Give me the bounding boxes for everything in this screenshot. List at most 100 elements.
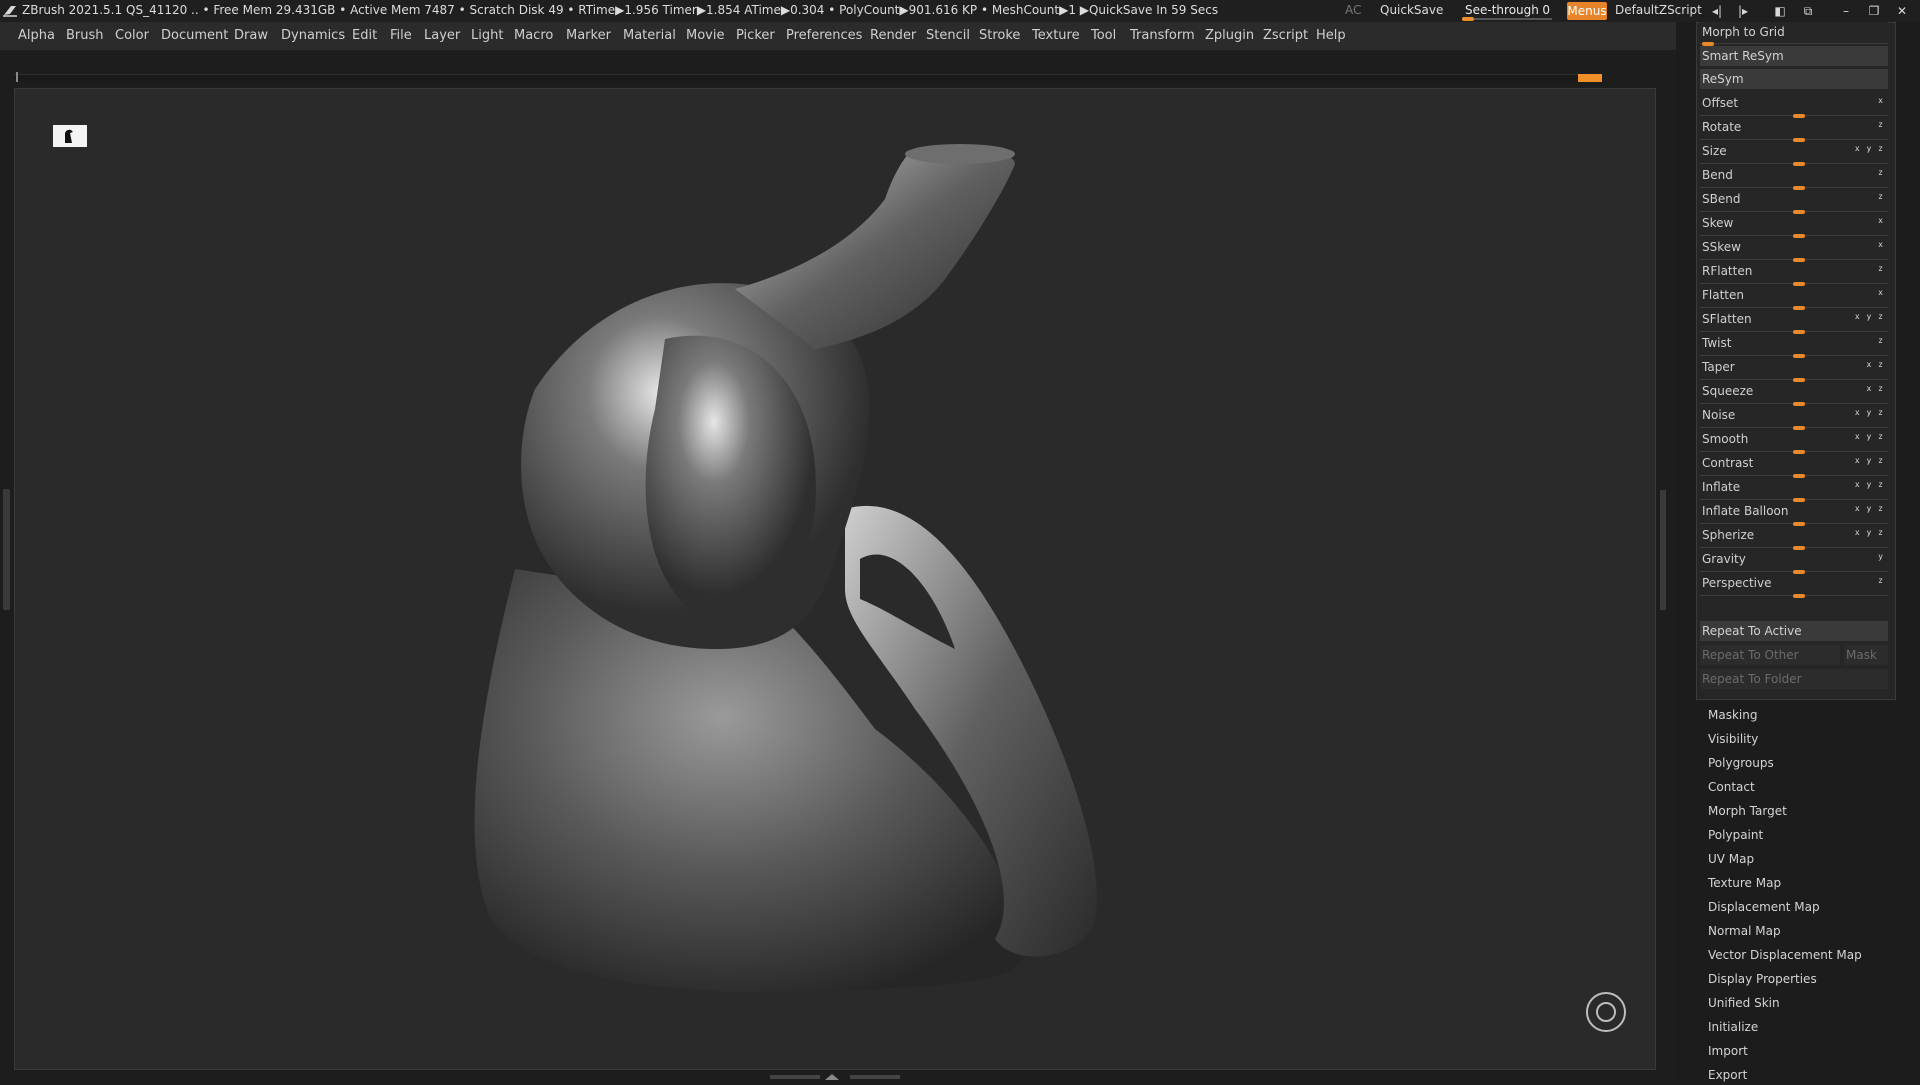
window-mode-icon[interactable]: ◧ xyxy=(1772,3,1788,19)
repeat-to-folder-button[interactable]: Repeat To Folder xyxy=(1700,669,1888,689)
slider-sskew[interactable]: SSkew x xyxy=(1700,238,1888,262)
subpalette-displacement-map[interactable]: Displacement Map xyxy=(1708,900,1820,914)
slider-sflatten[interactable]: SFlatten x y z xyxy=(1700,310,1888,334)
document-canvas[interactable] xyxy=(3,88,1656,1070)
slider-spherize[interactable]: Spherize x y z xyxy=(1700,526,1888,550)
axis-toggle-icons[interactable]: x z xyxy=(1867,384,1884,393)
timeline-marker[interactable] xyxy=(1578,74,1602,82)
menu-draw[interactable]: Draw xyxy=(234,28,268,43)
ac-label[interactable]: AC xyxy=(1345,3,1361,17)
subpalette-initialize[interactable]: Initialize xyxy=(1708,1020,1758,1034)
axis-toggle-icons[interactable]: z xyxy=(1878,336,1884,345)
subpalette-normal-map[interactable]: Normal Map xyxy=(1708,924,1781,938)
menu-edit[interactable]: Edit xyxy=(352,28,377,43)
minimize-icon[interactable]: – xyxy=(1838,3,1854,19)
slider-rotate[interactable]: Rotate z xyxy=(1700,118,1888,142)
axis-toggle-icons[interactable]: x xyxy=(1878,96,1884,105)
restore-icon[interactable]: ❐ xyxy=(1866,3,1882,19)
subpalette-morph-target[interactable]: Morph Target xyxy=(1708,804,1787,818)
slider-smooth[interactable]: Smooth x y z xyxy=(1700,430,1888,454)
menu-zscript[interactable]: Zscript xyxy=(1263,28,1308,43)
menu-material[interactable]: Material xyxy=(623,28,676,43)
slider-rflatten[interactable]: RFlatten z xyxy=(1700,262,1888,286)
menu-brush[interactable]: Brush xyxy=(66,28,104,43)
slider-flatten[interactable]: Flatten x xyxy=(1700,286,1888,310)
slider-noise[interactable]: Noise x y z xyxy=(1700,406,1888,430)
menu-preferences[interactable]: Preferences xyxy=(786,28,862,43)
menu-zplugin[interactable]: Zplugin xyxy=(1205,28,1254,43)
axis-toggle-icons[interactable]: x y z xyxy=(1855,528,1884,537)
slider-inflate-balloon[interactable]: Inflate Balloon x y z xyxy=(1700,502,1888,526)
subpalette-texture-map[interactable]: Texture Map xyxy=(1708,876,1781,890)
window-swap-icon[interactable]: ⧉ xyxy=(1800,3,1816,19)
menu-picker[interactable]: Picker xyxy=(736,28,775,43)
mask-button[interactable]: Mask xyxy=(1844,645,1888,665)
axis-toggle-icons[interactable]: z xyxy=(1878,120,1884,129)
subpalette-unified-skin[interactable]: Unified Skin xyxy=(1708,996,1780,1010)
slider-twist[interactable]: Twist z xyxy=(1700,334,1888,358)
right-shelf-handle[interactable] xyxy=(1660,490,1666,610)
morph-to-grid-slider[interactable] xyxy=(1700,24,1888,46)
resym-button[interactable]: ReSym xyxy=(1700,69,1888,89)
slider-knob[interactable] xyxy=(1793,594,1805,598)
slider-size[interactable]: Size x y z xyxy=(1700,142,1888,166)
bottom-shelf-handle[interactable] xyxy=(770,1070,900,1080)
menu-dynamics[interactable]: Dynamics xyxy=(281,28,345,43)
repeat-to-active-button[interactable]: Repeat To Active xyxy=(1700,621,1888,641)
menu-alpha[interactable]: Alpha xyxy=(18,28,55,43)
axis-toggle-icons[interactable]: z xyxy=(1878,192,1884,201)
axis-toggle-icons[interactable]: z xyxy=(1878,264,1884,273)
axis-toggle-icons[interactable]: z xyxy=(1878,576,1884,585)
layout-left-icon[interactable]: ◂| xyxy=(1709,3,1725,19)
slider-perspective[interactable]: Perspective z xyxy=(1700,574,1888,598)
menu-marker[interactable]: Marker xyxy=(566,28,611,43)
timeline-track[interactable] xyxy=(14,74,1600,81)
quicksave-button[interactable]: QuickSave xyxy=(1380,3,1443,17)
slider-offset[interactable]: Offset x xyxy=(1700,94,1888,118)
axis-toggle-icons[interactable]: x xyxy=(1878,240,1884,249)
axis-toggle-icons[interactable]: x z xyxy=(1867,360,1884,369)
smart-resym-button[interactable]: Smart ReSym xyxy=(1700,46,1888,66)
menu-stencil[interactable]: Stencil xyxy=(926,28,970,43)
menu-help[interactable]: Help xyxy=(1316,28,1346,43)
slider-sbend[interactable]: SBend z xyxy=(1700,190,1888,214)
menu-file[interactable]: File xyxy=(390,28,412,43)
slider-squeeze[interactable]: Squeeze x z xyxy=(1700,382,1888,406)
axis-toggle-icons[interactable]: x y z xyxy=(1855,432,1884,441)
subpalette-uv-map[interactable]: UV Map xyxy=(1708,852,1754,866)
menu-tool[interactable]: Tool xyxy=(1091,28,1116,43)
see-through-knob[interactable] xyxy=(1462,17,1474,21)
slider-gravity[interactable]: Gravity y xyxy=(1700,550,1888,574)
menu-layer[interactable]: Layer xyxy=(424,28,460,43)
slider-contrast[interactable]: Contrast x y z xyxy=(1700,454,1888,478)
menu-render[interactable]: Render xyxy=(870,28,916,43)
close-icon[interactable]: ✕ xyxy=(1894,3,1910,19)
slider-skew[interactable]: Skew x xyxy=(1700,214,1888,238)
slider-inflate[interactable]: Inflate x y z xyxy=(1700,478,1888,502)
menu-movie[interactable]: Movie xyxy=(686,28,724,43)
menu-macro[interactable]: Macro xyxy=(514,28,553,43)
floor-perspective-icon[interactable] xyxy=(53,125,87,147)
subpalette-polypaint[interactable]: Polypaint xyxy=(1708,828,1763,842)
axis-toggle-icons[interactable]: x y z xyxy=(1855,312,1884,321)
subpalette-import[interactable]: Import xyxy=(1708,1044,1748,1058)
menu-transform[interactable]: Transform xyxy=(1130,28,1195,43)
default-zscript-button[interactable]: DefaultZScript xyxy=(1615,3,1702,17)
axis-toggle-icons[interactable]: x y z xyxy=(1855,408,1884,417)
menus-button[interactable]: Menus xyxy=(1567,2,1607,20)
subpalette-display-properties[interactable]: Display Properties xyxy=(1708,972,1817,986)
see-through-slider[interactable]: See-through 0 xyxy=(1460,1,1554,21)
axis-toggle-icons[interactable]: x y z xyxy=(1855,480,1884,489)
subpalette-polygroups[interactable]: Polygroups xyxy=(1708,756,1774,770)
slider-bend[interactable]: Bend z xyxy=(1700,166,1888,190)
slider-taper[interactable]: Taper x z xyxy=(1700,358,1888,382)
menu-document[interactable]: Document xyxy=(161,28,228,43)
menu-stroke[interactable]: Stroke xyxy=(979,28,1020,43)
left-edge-handle[interactable] xyxy=(4,490,10,610)
axis-toggle-icons[interactable]: x y z xyxy=(1855,504,1884,513)
subpalette-masking[interactable]: Masking xyxy=(1708,708,1757,722)
axis-toggle-icons[interactable]: x y z xyxy=(1855,144,1884,153)
subpalette-visibility[interactable]: Visibility xyxy=(1708,732,1758,746)
gyro-navigation-icon[interactable] xyxy=(1586,992,1626,1032)
repeat-to-other-button[interactable]: Repeat To Other xyxy=(1700,645,1840,665)
